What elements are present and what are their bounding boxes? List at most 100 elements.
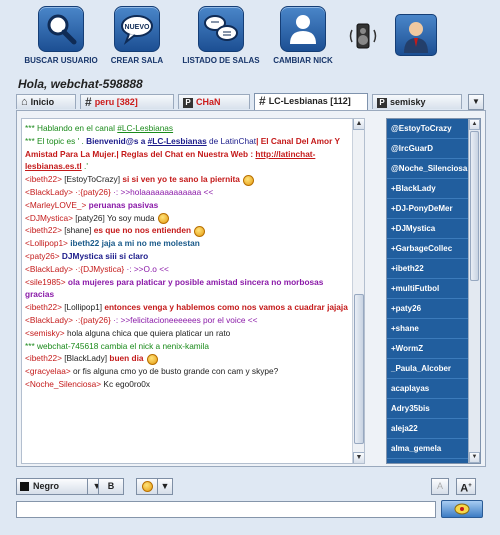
scroll-up-icon[interactable]: ▲ [353,119,364,130]
user-list-item[interactable]: aleja22 [387,419,480,439]
user-list-item[interactable]: @IrcGuarD [387,139,480,159]
chat-messages[interactable]: *** Hablando en el canal #LC-Lesbianas **… [21,118,365,464]
user-list-item[interactable]: +shane [387,319,480,339]
chat-message: <MarleyLOVE_> peruanas pasivas [25,199,348,212]
font-larger-button[interactable]: A+ [456,478,476,495]
message-segment: ·:{paty26} [75,186,114,197]
message-segment: ola mujeres para platicar y posible amis… [25,276,324,300]
message-segment: de LatinChat [206,135,257,146]
chat-message: <BlackLady> ·:{paty26} ·: >>holaaaaaaaaa… [25,186,348,199]
chat-scroll-thumb[interactable] [354,294,364,444]
message-segment: [Lollipop1] [64,302,105,313]
user-list-item[interactable]: @EstoyToCrazy [387,119,480,139]
chat-message: <ibeth22> [Lollipop1] entonces venga y h… [25,301,348,314]
message-segment: .' [81,161,88,172]
message-segment: <ibeth22> [25,353,65,364]
user-list-scroll-thumb[interactable] [470,131,479,281]
grin-face-icon [157,212,169,224]
message-segment: Kc ego0ro0x [103,378,151,389]
bold-button[interactable]: B [98,478,124,495]
user-list-item[interactable]: +multiFutbol [387,279,480,299]
message-segment: <ibeth22> [25,174,65,185]
chat-bubbles-icon [198,6,244,52]
chat-message: <gracyelaa> or fis alguna cmo yo de bust… [25,365,348,378]
message-segment: entonces venga y hablemos como nos vamos… [104,302,348,313]
user-list-item[interactable]: +DJ-PonyDeMer [387,199,480,219]
chat-message: *** Hablando en el canal #LC-Lesbianas [25,122,348,135]
font-smaller-button[interactable]: A [431,478,449,495]
send-button[interactable] [441,500,483,518]
message-segment[interactable]: #LC-Lesbianas [117,123,173,133]
chat-message: <sile1985> ola mujeres para platicar y p… [25,276,348,302]
speech-bubble-icon: NUEVO [114,6,160,52]
message-segment: [shane] [64,225,94,236]
message-segment: <Lollipop1> [25,238,71,249]
user-list-item[interactable]: acaplayas [387,379,480,399]
message-segment: | Reglas del Chat en Nuestra Web : [116,148,256,159]
message-segment: es que no nos entienden [93,225,192,236]
user-list-scrollbar[interactable]: ▲ ▼ [468,119,480,463]
message-segment: ·:{DJMystica} [75,263,127,274]
emoji-button[interactable] [136,478,158,495]
user-list[interactable]: @EstoyToCrazy @IrcGuarD @Noche_Silenciosa +… [386,118,481,464]
message-input[interactable] [16,501,436,518]
tab-peru[interactable]: # peru [382] [80,94,174,109]
search-user-label: BUSCAR USUARIO [24,56,98,65]
message-segment: <MarleyLOVE_> [25,199,89,210]
message-segment: *** webchat-745618 cambia el nick a neni… [25,340,210,351]
tab-lc-lesbianas[interactable]: # LC-Lesbianas [112] [254,93,368,110]
user-list-item[interactable]: +DJMystica [387,219,480,239]
search-user-button[interactable]: BUSCAR USUARIO [22,6,100,70]
user-list-item[interactable]: +GarbageCollec [387,239,480,259]
user-avatar-icon[interactable] [395,14,437,56]
user-list-item[interactable]: +WormZ [387,339,480,359]
message-segment: <ibeth22> [25,302,65,313]
color-swatch [20,482,29,492]
user-list-item[interactable]: +paty26 [387,299,480,319]
p-box-icon: P [377,97,387,108]
scroll-down-icon[interactable]: ▼ [353,452,364,463]
chat-message: <BlackLady> ·:{DJMystica} ·: >>O.o << [25,263,348,276]
user-list-items: @EstoyToCrazy @IrcGuarD @Noche_Silenciosa +… [387,119,480,463]
hash-icon: # [259,94,266,109]
tab-semisky[interactable]: Psemisky [372,94,462,109]
toolbar: BUSCAR USUARIO NUEVO CREAR SALA LISTADO … [0,0,500,72]
change-nick-button[interactable]: CAMBIAR NICK [264,6,342,70]
message-segment: [paty26] Yo soy muda [75,212,155,223]
tab-chan[interactable]: P CHaN [178,94,250,109]
create-room-button[interactable]: NUEVO CREAR SALA [98,6,176,70]
chat-scrollbar[interactable]: ▲ ▼ [352,119,364,463]
speaker-icon[interactable] [348,20,380,52]
chat-message: <ibeth22> [shane] es que no nos entiende… [25,224,348,237]
emoji-dropdown-button[interactable]: ▼ [157,478,173,495]
scroll-down-icon[interactable]: ▼ [469,452,480,463]
message-segment: ibeth22 jaja a mi no me molestan [70,238,200,249]
new-room-bubble-text: NUEVO [125,24,150,31]
message-segment: <gracyelaa> [25,366,73,377]
user-silhouette-icon [280,6,326,52]
user-list-item[interactable]: +BlackLady [387,179,480,199]
tabs-dropdown-arrow[interactable]: ▼ [468,94,484,110]
room-list-button[interactable]: LISTADO DE SALAS [182,6,260,70]
message-segment[interactable]: #LC-Lesbianas [148,136,207,146]
tab-inicio[interactable]: ⌂ Inicio [16,94,76,109]
sad-face-icon [194,225,206,237]
message-segment: hola alguna chica que quiera platicar un… [66,327,231,338]
magnifier-icon [38,6,84,52]
user-list-item[interactable]: +ibeth22 [387,259,480,279]
send-icon [454,503,470,515]
message-segment: *** Hablando en el canal [25,123,118,133]
chevron-down-icon: ▼ [160,481,170,491]
user-list-item[interactable]: Adry35bis [387,399,480,419]
grin-face-icon [146,353,158,365]
scroll-up-icon[interactable]: ▲ [469,119,480,130]
user-list-item[interactable]: Ambrosiaa [387,459,480,463]
chat-message: <DJMystica> [paty26] Yo soy muda [25,212,348,225]
color-select[interactable]: Negro [16,478,88,495]
user-list-item[interactable]: _Paula_Alcober [387,359,480,379]
message-segment: [BlackLady] [64,353,110,364]
user-list-item[interactable]: alma_gemela [387,439,480,459]
user-list-item[interactable]: @Noche_Silenciosa [387,159,480,179]
message-segment: <paty26> [25,250,62,261]
chat-message: <semisky> hola alguna chica que quiera p… [25,327,348,340]
